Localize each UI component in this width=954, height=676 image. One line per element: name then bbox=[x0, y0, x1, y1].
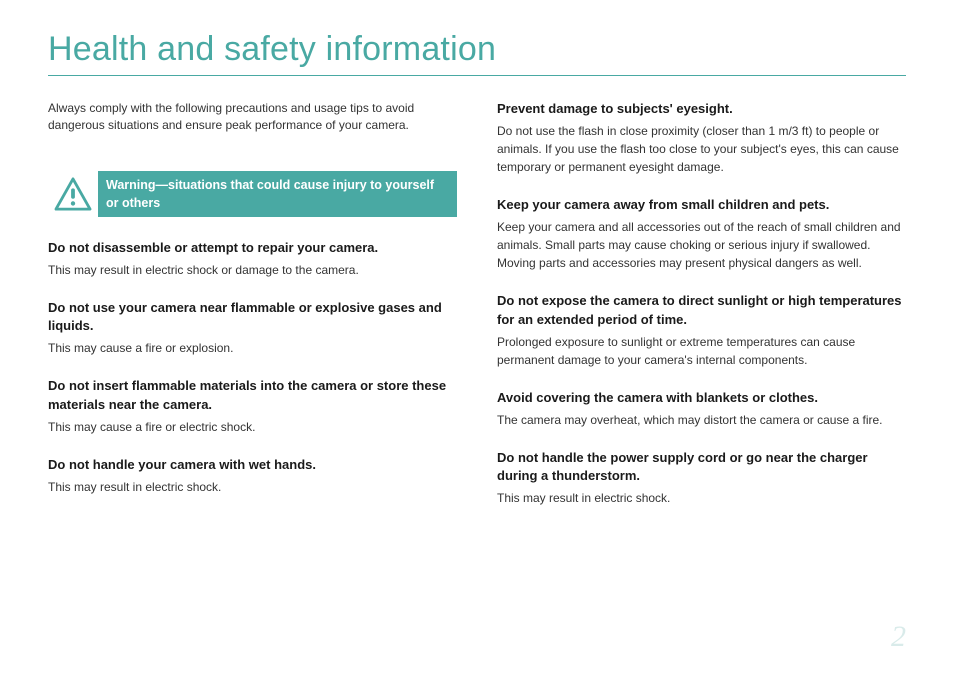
warning-label: Warning—situations that could cause inju… bbox=[98, 171, 457, 217]
safety-item: Do not disassemble or attempt to repair … bbox=[48, 239, 457, 279]
safety-item: Avoid covering the camera with blankets … bbox=[497, 389, 906, 429]
item-body: The camera may overheat, which may disto… bbox=[497, 411, 906, 429]
page: Health and safety information Always com… bbox=[0, 0, 954, 676]
safety-item: Do not handle your camera with wet hands… bbox=[48, 456, 457, 496]
item-heading: Do not handle your camera with wet hands… bbox=[48, 456, 457, 474]
item-body: This may cause a fire or explosion. bbox=[48, 339, 457, 357]
item-body: This may cause a fire or electric shock. bbox=[48, 418, 457, 436]
warning-label-text: Warning—situations that could cause inju… bbox=[106, 176, 447, 212]
item-body: Prolonged exposure to sunlight or extrem… bbox=[497, 333, 906, 369]
item-body: This may result in electric shock. bbox=[497, 489, 906, 507]
safety-item: Do not expose the camera to direct sunli… bbox=[497, 292, 906, 368]
safety-item: Do not insert flammable materials into t… bbox=[48, 377, 457, 435]
item-body: Keep your camera and all accessories out… bbox=[497, 218, 906, 272]
warning-icon bbox=[48, 171, 98, 217]
page-number: 2 bbox=[891, 620, 906, 654]
item-heading: Prevent damage to subjects' eyesight. bbox=[497, 100, 906, 118]
item-heading: Do not insert flammable materials into t… bbox=[48, 377, 457, 413]
warning-box: Warning—situations that could cause inju… bbox=[48, 171, 457, 217]
safety-item: Keep your camera away from small childre… bbox=[497, 196, 906, 272]
item-heading: Avoid covering the camera with blankets … bbox=[497, 389, 906, 407]
content-columns: Always comply with the following precaut… bbox=[48, 100, 906, 527]
safety-item: Do not use your camera near flammable or… bbox=[48, 299, 457, 357]
item-body: Do not use the flash in close proximity … bbox=[497, 122, 906, 176]
item-body: This may result in electric shock. bbox=[48, 478, 457, 496]
left-column: Always comply with the following precaut… bbox=[48, 100, 457, 527]
item-heading: Do not expose the camera to direct sunli… bbox=[497, 292, 906, 328]
safety-item: Prevent damage to subjects' eyesight. Do… bbox=[497, 100, 906, 176]
item-heading: Keep your camera away from small childre… bbox=[497, 196, 906, 214]
item-heading: Do not handle the power supply cord or g… bbox=[497, 449, 906, 485]
item-body: This may result in electric shock or dam… bbox=[48, 261, 457, 279]
page-title: Health and safety information bbox=[48, 30, 906, 69]
right-column: Prevent damage to subjects' eyesight. Do… bbox=[497, 100, 906, 527]
safety-item: Do not handle the power supply cord or g… bbox=[497, 449, 906, 507]
title-rule bbox=[48, 75, 906, 76]
item-heading: Do not disassemble or attempt to repair … bbox=[48, 239, 457, 257]
item-heading: Do not use your camera near flammable or… bbox=[48, 299, 457, 335]
intro-text: Always comply with the following precaut… bbox=[48, 100, 457, 135]
